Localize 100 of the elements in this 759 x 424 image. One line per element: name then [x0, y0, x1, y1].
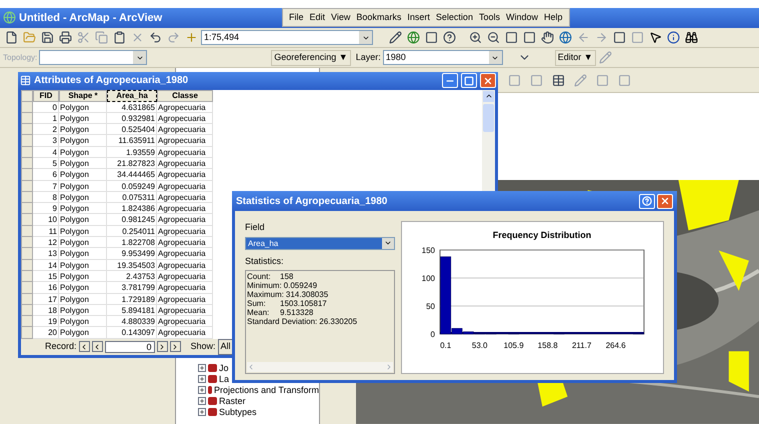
help-icon[interactable] [441, 30, 457, 46]
column-header[interactable]: FID [33, 90, 59, 102]
row-selector[interactable] [21, 102, 33, 113]
table-cell: 9 [33, 203, 59, 214]
tool-icon[interactable] [594, 72, 610, 88]
menu-item[interactable]: View [331, 11, 350, 25]
topology-field[interactable] [39, 50, 148, 66]
row-selector[interactable] [21, 282, 33, 294]
close-button[interactable] [480, 73, 496, 88]
scroll-thumb[interactable] [483, 104, 494, 132]
plus-icon [199, 386, 205, 393]
first-record-button[interactable] [78, 341, 90, 352]
tree-item[interactable]: Jo [219, 362, 229, 373]
dropdown-arrow-button[interactable] [133, 51, 146, 64]
menu-item[interactable]: Help [544, 11, 562, 25]
globe-icon[interactable] [405, 30, 421, 46]
row-selector[interactable] [21, 169, 33, 181]
dropdown-arrow-button[interactable] [382, 238, 394, 249]
row-selector[interactable] [21, 192, 33, 204]
table-cell: 1.824386 [107, 203, 157, 214]
pen-icon[interactable] [387, 30, 403, 46]
row-selector[interactable] [21, 327, 33, 339]
window-title: Statistics of Agropecuaria_1980 [236, 194, 388, 209]
tree-item[interactable]: Raster [219, 396, 246, 406]
column-header[interactable]: Area_ha [107, 90, 157, 102]
maximize-button[interactable] [461, 73, 477, 88]
tree-item[interactable]: La [219, 374, 230, 384]
next-record-button[interactable] [156, 341, 168, 352]
column-header[interactable]: Shape * [59, 90, 107, 102]
table-cell: 13 [33, 248, 59, 260]
row-selector[interactable] [21, 294, 33, 305]
tree-item[interactable]: Projections and Transform [214, 384, 319, 395]
table-cell: Polygon [59, 237, 107, 248]
table-cell: 4.880339 [107, 316, 157, 328]
field-dropdown[interactable]: Area_ha [245, 236, 395, 250]
row-selector[interactable] [21, 180, 33, 192]
table-cell: Agropecuaria [157, 260, 213, 271]
help-button[interactable] [639, 194, 655, 209]
layer-field[interactable]: 1980 [382, 50, 503, 66]
row-selector[interactable] [21, 135, 33, 147]
info-icon[interactable] [665, 30, 681, 46]
zoom-in-icon[interactable] [467, 30, 483, 46]
zoom-out-icon[interactable] [485, 30, 501, 46]
menu-item[interactable]: Bookmarks [356, 11, 402, 25]
table-cell: Polygon [59, 248, 107, 260]
table-cell: 0.981245 [107, 214, 157, 226]
tool-icon[interactable] [506, 72, 522, 88]
show-label: Show: [190, 340, 216, 354]
expand-toggle[interactable] [198, 386, 206, 394]
plus-icon [199, 398, 205, 404]
tool-icon[interactable] [616, 72, 632, 88]
save-icon[interactable] [39, 30, 55, 46]
column-header[interactable]: Classe [157, 90, 213, 102]
row-selector[interactable] [21, 112, 33, 124]
expand-toggle[interactable] [198, 374, 206, 383]
menu-item[interactable]: Window [506, 11, 538, 25]
row-selector[interactable] [21, 270, 33, 282]
row-selector[interactable] [21, 203, 33, 214]
dropdown-arrow-button[interactable] [488, 51, 502, 64]
scale-field[interactable]: 1:75,494 [201, 30, 373, 46]
menu-item[interactable]: Selection [436, 11, 473, 25]
row-selector[interactable] [21, 124, 33, 136]
table-cell: 4 [33, 146, 59, 158]
editor-menu[interactable]: Editor ▼ [554, 50, 596, 66]
table-cell: 17 [33, 294, 59, 305]
expand-toggle[interactable] [198, 364, 206, 372]
record-field[interactable]: 0 [104, 340, 155, 353]
tool-icon[interactable] [528, 72, 544, 88]
previous-record-button[interactable] [92, 341, 103, 352]
menu-item[interactable]: Edit [310, 11, 326, 25]
row-selector[interactable] [21, 304, 33, 316]
row-selector[interactable] [21, 248, 33, 260]
menu-item[interactable]: Insert [407, 11, 430, 25]
tool-icon[interactable] [572, 72, 588, 88]
globe-icon[interactable] [557, 30, 573, 46]
scroll-up-button[interactable] [483, 90, 494, 102]
tree-item[interactable]: Subtypes [219, 406, 257, 417]
menu-item[interactable]: File [289, 11, 304, 25]
binoculars-icon[interactable] [683, 30, 699, 46]
window-icon[interactable] [423, 30, 439, 46]
menu-item[interactable]: Tools [478, 11, 500, 25]
row-selector[interactable] [21, 237, 33, 248]
table-cell: 0.932981 [107, 112, 157, 124]
close-button[interactable] [657, 194, 673, 209]
row-selector[interactable] [21, 316, 33, 328]
row-selector[interactable] [21, 226, 33, 238]
scrollbar[interactable] [247, 362, 393, 372]
printer-icon[interactable] [57, 30, 73, 46]
dropdown-arrow-button[interactable] [359, 31, 372, 44]
pan-icon[interactable] [539, 30, 555, 46]
row-selector[interactable] [21, 214, 33, 226]
expand-toggle[interactable] [198, 396, 206, 405]
last-record-button[interactable] [170, 341, 181, 352]
row-selector[interactable] [21, 146, 33, 158]
expand-toggle[interactable] [198, 408, 206, 416]
row-selector[interactable] [21, 260, 33, 271]
row-selector[interactable] [21, 158, 33, 170]
georeferencing-menu[interactable]: Georeferencing ▼ [271, 50, 351, 66]
minimize-button[interactable] [442, 73, 458, 88]
table-icon[interactable] [550, 72, 566, 88]
